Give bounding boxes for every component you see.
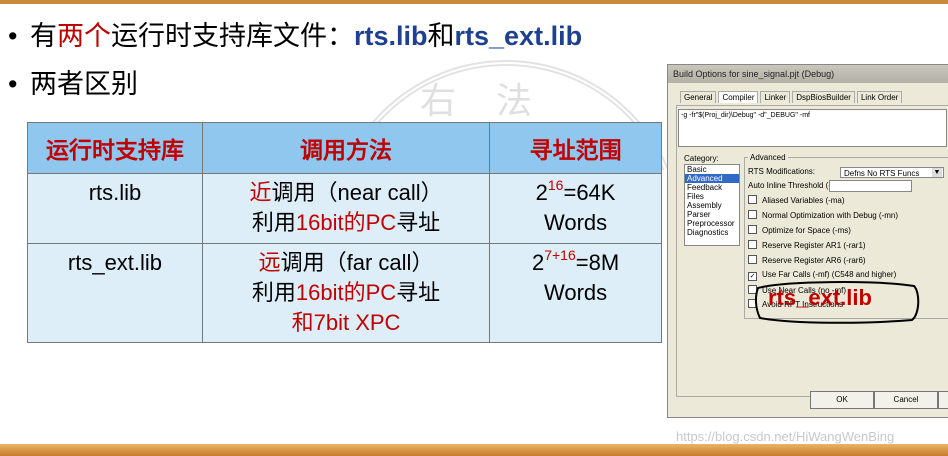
bullet-difference: • 两者区别 bbox=[8, 62, 138, 101]
header-address-range: 寻址范围 bbox=[489, 122, 662, 174]
category-label: Category: bbox=[684, 154, 719, 163]
command-line-field[interactable]: -g -fr"$(Proj_dir)\Debug" -d"_DEBUG" -mf bbox=[678, 109, 947, 147]
cell-call: 近调用（near call） 利用16bit的PC寻址 bbox=[201, 173, 491, 244]
cell-call: 远调用（far call） 利用16bit的PC寻址 和7bit XPC bbox=[201, 243, 491, 343]
inline-threshold-label: Auto Inline Threshold (-oi): bbox=[748, 181, 843, 190]
option-label: Aliased Variables (-ma) bbox=[762, 196, 845, 205]
option-row[interactable]: Aliased Variables (-ma) bbox=[748, 195, 845, 205]
bullet1-and: 和 bbox=[427, 21, 455, 51]
bullet-library-files: • 有两个运行时支持库文件：rts.lib和rts_ext.lib bbox=[8, 14, 582, 53]
option-label: Normal Optimization with Debug (-mn) bbox=[762, 211, 899, 220]
bullet1-pre: 有 bbox=[30, 21, 57, 51]
bottom-accent-bar bbox=[0, 444, 948, 456]
call-desc: 调用（far call） bbox=[280, 250, 434, 275]
chevron-down-icon[interactable]: ▼ bbox=[932, 168, 942, 177]
bullet1-lib2: rts_ext.lib bbox=[454, 21, 583, 51]
checkbox[interactable] bbox=[748, 225, 757, 234]
dialog-tabs: General Compiler Linker DspBiosBuilder Link … bbox=[680, 91, 904, 103]
option-label: Optimize for Space (-ms) bbox=[762, 226, 851, 235]
category-list: Basic Advanced Feedback Files Assembly P… bbox=[684, 164, 740, 246]
category-item[interactable]: Basic bbox=[685, 165, 739, 174]
tab-general[interactable]: General bbox=[680, 91, 717, 103]
tab-dspbiosbuilder[interactable]: DspBiosBuilder bbox=[792, 91, 855, 103]
cell-range: 216=64K Words bbox=[489, 173, 662, 244]
category-item[interactable]: Diagnostics bbox=[685, 228, 739, 237]
call-line2-red: 16bit的PC bbox=[295, 280, 397, 305]
annotation-label: rts_ext.lib bbox=[768, 285, 872, 310]
bullet1-lib1: rts.lib bbox=[354, 21, 428, 51]
range-base: 2 bbox=[531, 250, 545, 275]
tab-compiler[interactable]: Compiler bbox=[718, 91, 759, 103]
inline-threshold-input[interactable] bbox=[829, 180, 912, 192]
header-library: 运行时支持库 bbox=[27, 122, 203, 174]
call-line2-pre: 利用 bbox=[251, 210, 296, 235]
option-row[interactable]: Reserve Register AR1 (-rar1) bbox=[748, 240, 866, 250]
library-comparison-table: 运行时支持库 调用方法 寻址范围 rts.lib 近调用（near call） … bbox=[27, 122, 662, 343]
bullet2-text: 两者区别 bbox=[30, 69, 138, 99]
range-unit: Words bbox=[543, 210, 608, 235]
checkbox[interactable] bbox=[748, 195, 757, 204]
extra-button[interactable] bbox=[938, 391, 948, 409]
table-row: rts_ext.lib 远调用（far call） 利用16bit的PC寻址 和… bbox=[27, 243, 662, 343]
ok-button[interactable]: OK bbox=[810, 391, 874, 409]
call-line3: 和7bit XPC bbox=[291, 310, 401, 335]
advanced-group-label: Advanced bbox=[748, 153, 788, 162]
cell-range: 27+16=8M Words bbox=[489, 243, 662, 343]
call-line2-post: 寻址 bbox=[396, 210, 441, 235]
call-desc: 调用（near call） bbox=[271, 180, 443, 205]
option-row[interactable]: Reserve Register AR6 (-rar6) bbox=[748, 255, 866, 265]
range-exp: 7+16 bbox=[544, 247, 576, 263]
cell-lib: rts_ext.lib bbox=[27, 243, 203, 343]
option-label: Reserve Register AR1 (-rar1) bbox=[762, 241, 866, 250]
tab-linker[interactable]: Linker bbox=[760, 91, 791, 103]
top-accent-bar bbox=[0, 0, 948, 4]
bullet-dot: • bbox=[8, 69, 18, 99]
category-item[interactable]: Parser bbox=[685, 210, 739, 219]
range-rest: =8M bbox=[575, 250, 620, 275]
category-item[interactable]: Feedback bbox=[685, 183, 739, 192]
range-unit: Words bbox=[543, 280, 608, 305]
bullet-dot: • bbox=[8, 21, 18, 51]
table-row: rts.lib 近调用（near call） 利用16bit的PC寻址 216=… bbox=[27, 173, 662, 244]
option-label: Reserve Register AR6 (-rar6) bbox=[762, 256, 866, 265]
rts-mod-value: Defns No RTS Funcs bbox=[844, 169, 920, 178]
call-line2-pre: 利用 bbox=[251, 280, 296, 305]
source-watermark: https://blog.csdn.net/HiWangWenBing bbox=[676, 429, 895, 444]
cancel-button[interactable]: Cancel bbox=[874, 391, 938, 409]
cell-lib: rts.lib bbox=[27, 173, 203, 244]
call-type: 近 bbox=[249, 180, 272, 205]
tab-link-order[interactable]: Link Order bbox=[856, 91, 903, 103]
range-base: 2 bbox=[535, 180, 548, 205]
call-type: 远 bbox=[258, 250, 281, 275]
checkbox[interactable] bbox=[748, 255, 757, 264]
category-item[interactable]: Files bbox=[685, 192, 739, 201]
range-rest: =64K bbox=[563, 180, 616, 205]
rts-mod-select[interactable]: Defns No RTS Funcs ▼ bbox=[840, 167, 944, 178]
option-label: Use Far Calls (-mf) (C548 and higher) bbox=[762, 270, 897, 279]
category-item-selected[interactable]: Advanced bbox=[685, 174, 739, 183]
option-row[interactable]: Normal Optimization with Debug (-mn) bbox=[748, 210, 898, 220]
range-exp: 16 bbox=[547, 177, 564, 193]
category-item[interactable]: Preprocessor bbox=[685, 219, 739, 228]
call-line2-red: 16bit的PC bbox=[295, 210, 397, 235]
checkbox[interactable] bbox=[748, 240, 757, 249]
bullet1-count: 两个 bbox=[57, 21, 111, 51]
bullet1-mid: 运行时支持库文件： bbox=[111, 21, 354, 51]
table-header-row: 运行时支持库 调用方法 寻址范围 bbox=[27, 122, 662, 174]
rts-mod-label: RTS Modifications: bbox=[748, 167, 815, 176]
header-call-method: 调用方法 bbox=[201, 122, 491, 174]
build-options-dialog: Build Options for sine_signal.pjt (Debug… bbox=[667, 64, 948, 418]
dialog-title: Build Options for sine_signal.pjt (Debug… bbox=[668, 65, 948, 83]
category-item[interactable]: Assembly bbox=[685, 201, 739, 210]
option-row[interactable]: Optimize for Space (-ms) bbox=[748, 225, 851, 235]
checkbox[interactable] bbox=[748, 210, 757, 219]
call-line2-post: 寻址 bbox=[396, 280, 441, 305]
